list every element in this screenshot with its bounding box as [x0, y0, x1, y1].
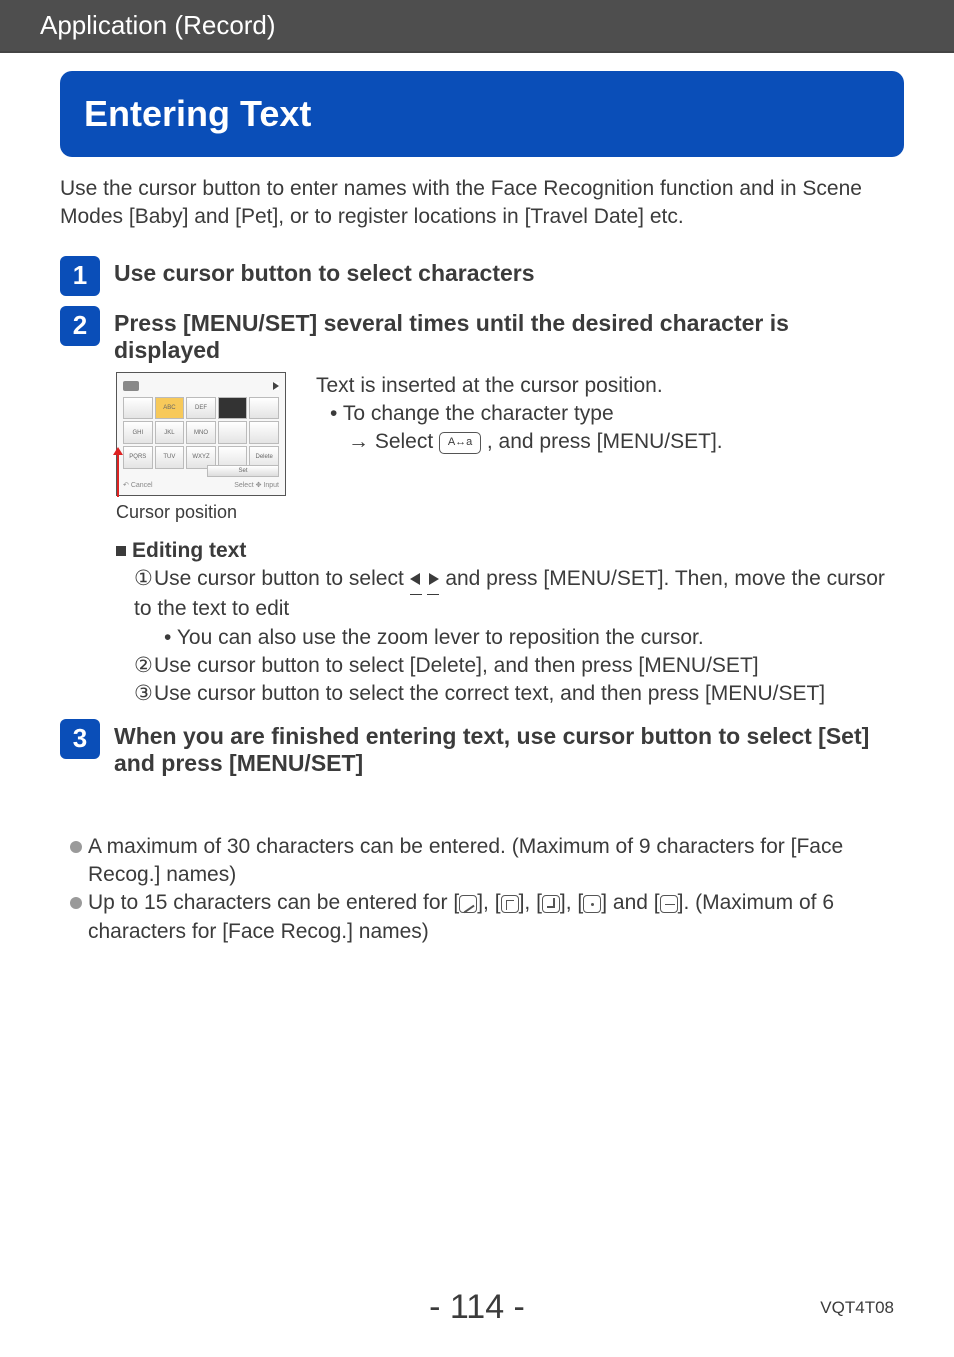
bullet-icon	[70, 897, 82, 909]
key-cell: TUV	[155, 446, 185, 469]
section-header: Application (Record)	[0, 0, 954, 53]
key-cell	[249, 397, 279, 420]
thumb-select-input: Select ✥ Input	[234, 481, 279, 493]
key-cell	[249, 421, 279, 444]
char-type-icon: A↔a	[439, 432, 481, 454]
section-title: Application (Record)	[40, 10, 276, 40]
step-2-line-3: → Select A↔a , and press [MENU/SET].	[348, 428, 723, 456]
triangle-right-icon	[429, 573, 439, 585]
key-cell	[123, 397, 153, 420]
editing-heading: Editing text	[116, 537, 894, 565]
page-number: - 114 -	[429, 1288, 525, 1327]
key-set: Set	[207, 465, 279, 477]
step-1: 1 Use cursor button to select characters	[60, 256, 894, 296]
step-1-title: Use cursor button to select characters	[114, 260, 894, 287]
keypad-thumbnail: ABC DEF GHI JKL MNO PQRS TUV WXYZ Delete…	[116, 372, 286, 496]
cursor-indicator	[117, 453, 119, 497]
symbol-corner-tl-icon	[501, 895, 519, 913]
step-2-content: ABC DEF GHI JKL MNO PQRS TUV WXYZ Delete…	[116, 372, 894, 523]
page-title-banner: Entering Text	[60, 71, 904, 157]
triangle-left-icon	[410, 573, 420, 585]
symbol-dot-icon	[583, 895, 601, 913]
key-cell: GHI	[123, 421, 153, 444]
step-2-title: Press [MENU/SET] several times until the…	[114, 310, 894, 364]
key-cell: DEF	[186, 397, 216, 420]
editing-text-section: Editing text ①Use cursor button to selec…	[116, 537, 894, 709]
symbol-dash-icon	[660, 895, 678, 913]
key-cell	[218, 397, 248, 420]
arrow-icon	[273, 382, 279, 390]
step-2-line-2: • To change the character type	[330, 400, 723, 428]
step-2: 2 Press [MENU/SET] several times until t…	[60, 306, 894, 364]
key-cell: PQRS	[123, 446, 153, 469]
key-cell	[218, 421, 248, 444]
step-2-line-1: Text is inserted at the cursor position.	[316, 372, 723, 400]
page-title: Entering Text	[84, 93, 311, 134]
bullet-icon	[70, 841, 82, 853]
step-3-number: 3	[60, 719, 100, 759]
step-1-number: 1	[60, 256, 100, 296]
step-2-description: Text is inserted at the cursor position.…	[316, 372, 723, 523]
symbol-backslash-icon	[459, 895, 477, 913]
intro-text: Use the cursor button to enter names wit…	[60, 175, 894, 232]
editing-item-1: ①Use cursor button to select and press […	[134, 565, 894, 624]
note-2: Up to 15 characters can be entered for […	[70, 889, 894, 946]
keypad-grid: ABC DEF GHI JKL MNO PQRS TUV WXYZ Delete	[123, 397, 279, 469]
editing-item-2: ②Use cursor button to select [Delete], a…	[134, 652, 894, 680]
key-cell: MNO	[186, 421, 216, 444]
key-cell: ABC	[155, 397, 185, 420]
editing-item-1-sub: • You can also use the zoom lever to rep…	[164, 624, 894, 652]
step-2-number: 2	[60, 306, 100, 346]
symbol-corner-br-icon	[542, 895, 560, 913]
editing-item-3: ③Use cursor button to select the correct…	[134, 680, 894, 708]
key-cell: JKL	[155, 421, 185, 444]
cursor-position-label: Cursor position	[116, 502, 286, 523]
footer: - 114 - VQT4T08	[0, 1288, 954, 1327]
document-code: VQT4T08	[820, 1298, 894, 1318]
keypad-thumbnail-wrap: ABC DEF GHI JKL MNO PQRS TUV WXYZ Delete…	[116, 372, 286, 523]
notes-section: A maximum of 30 characters can be entere…	[70, 833, 894, 946]
step-3: 3 When you are finished entering text, u…	[60, 719, 894, 777]
step-3-title: When you are finished entering text, use…	[114, 723, 894, 777]
note-1: A maximum of 30 characters can be entere…	[70, 833, 894, 890]
camera-icon	[123, 381, 139, 391]
thumb-cancel: ↶ Cancel	[123, 481, 153, 493]
